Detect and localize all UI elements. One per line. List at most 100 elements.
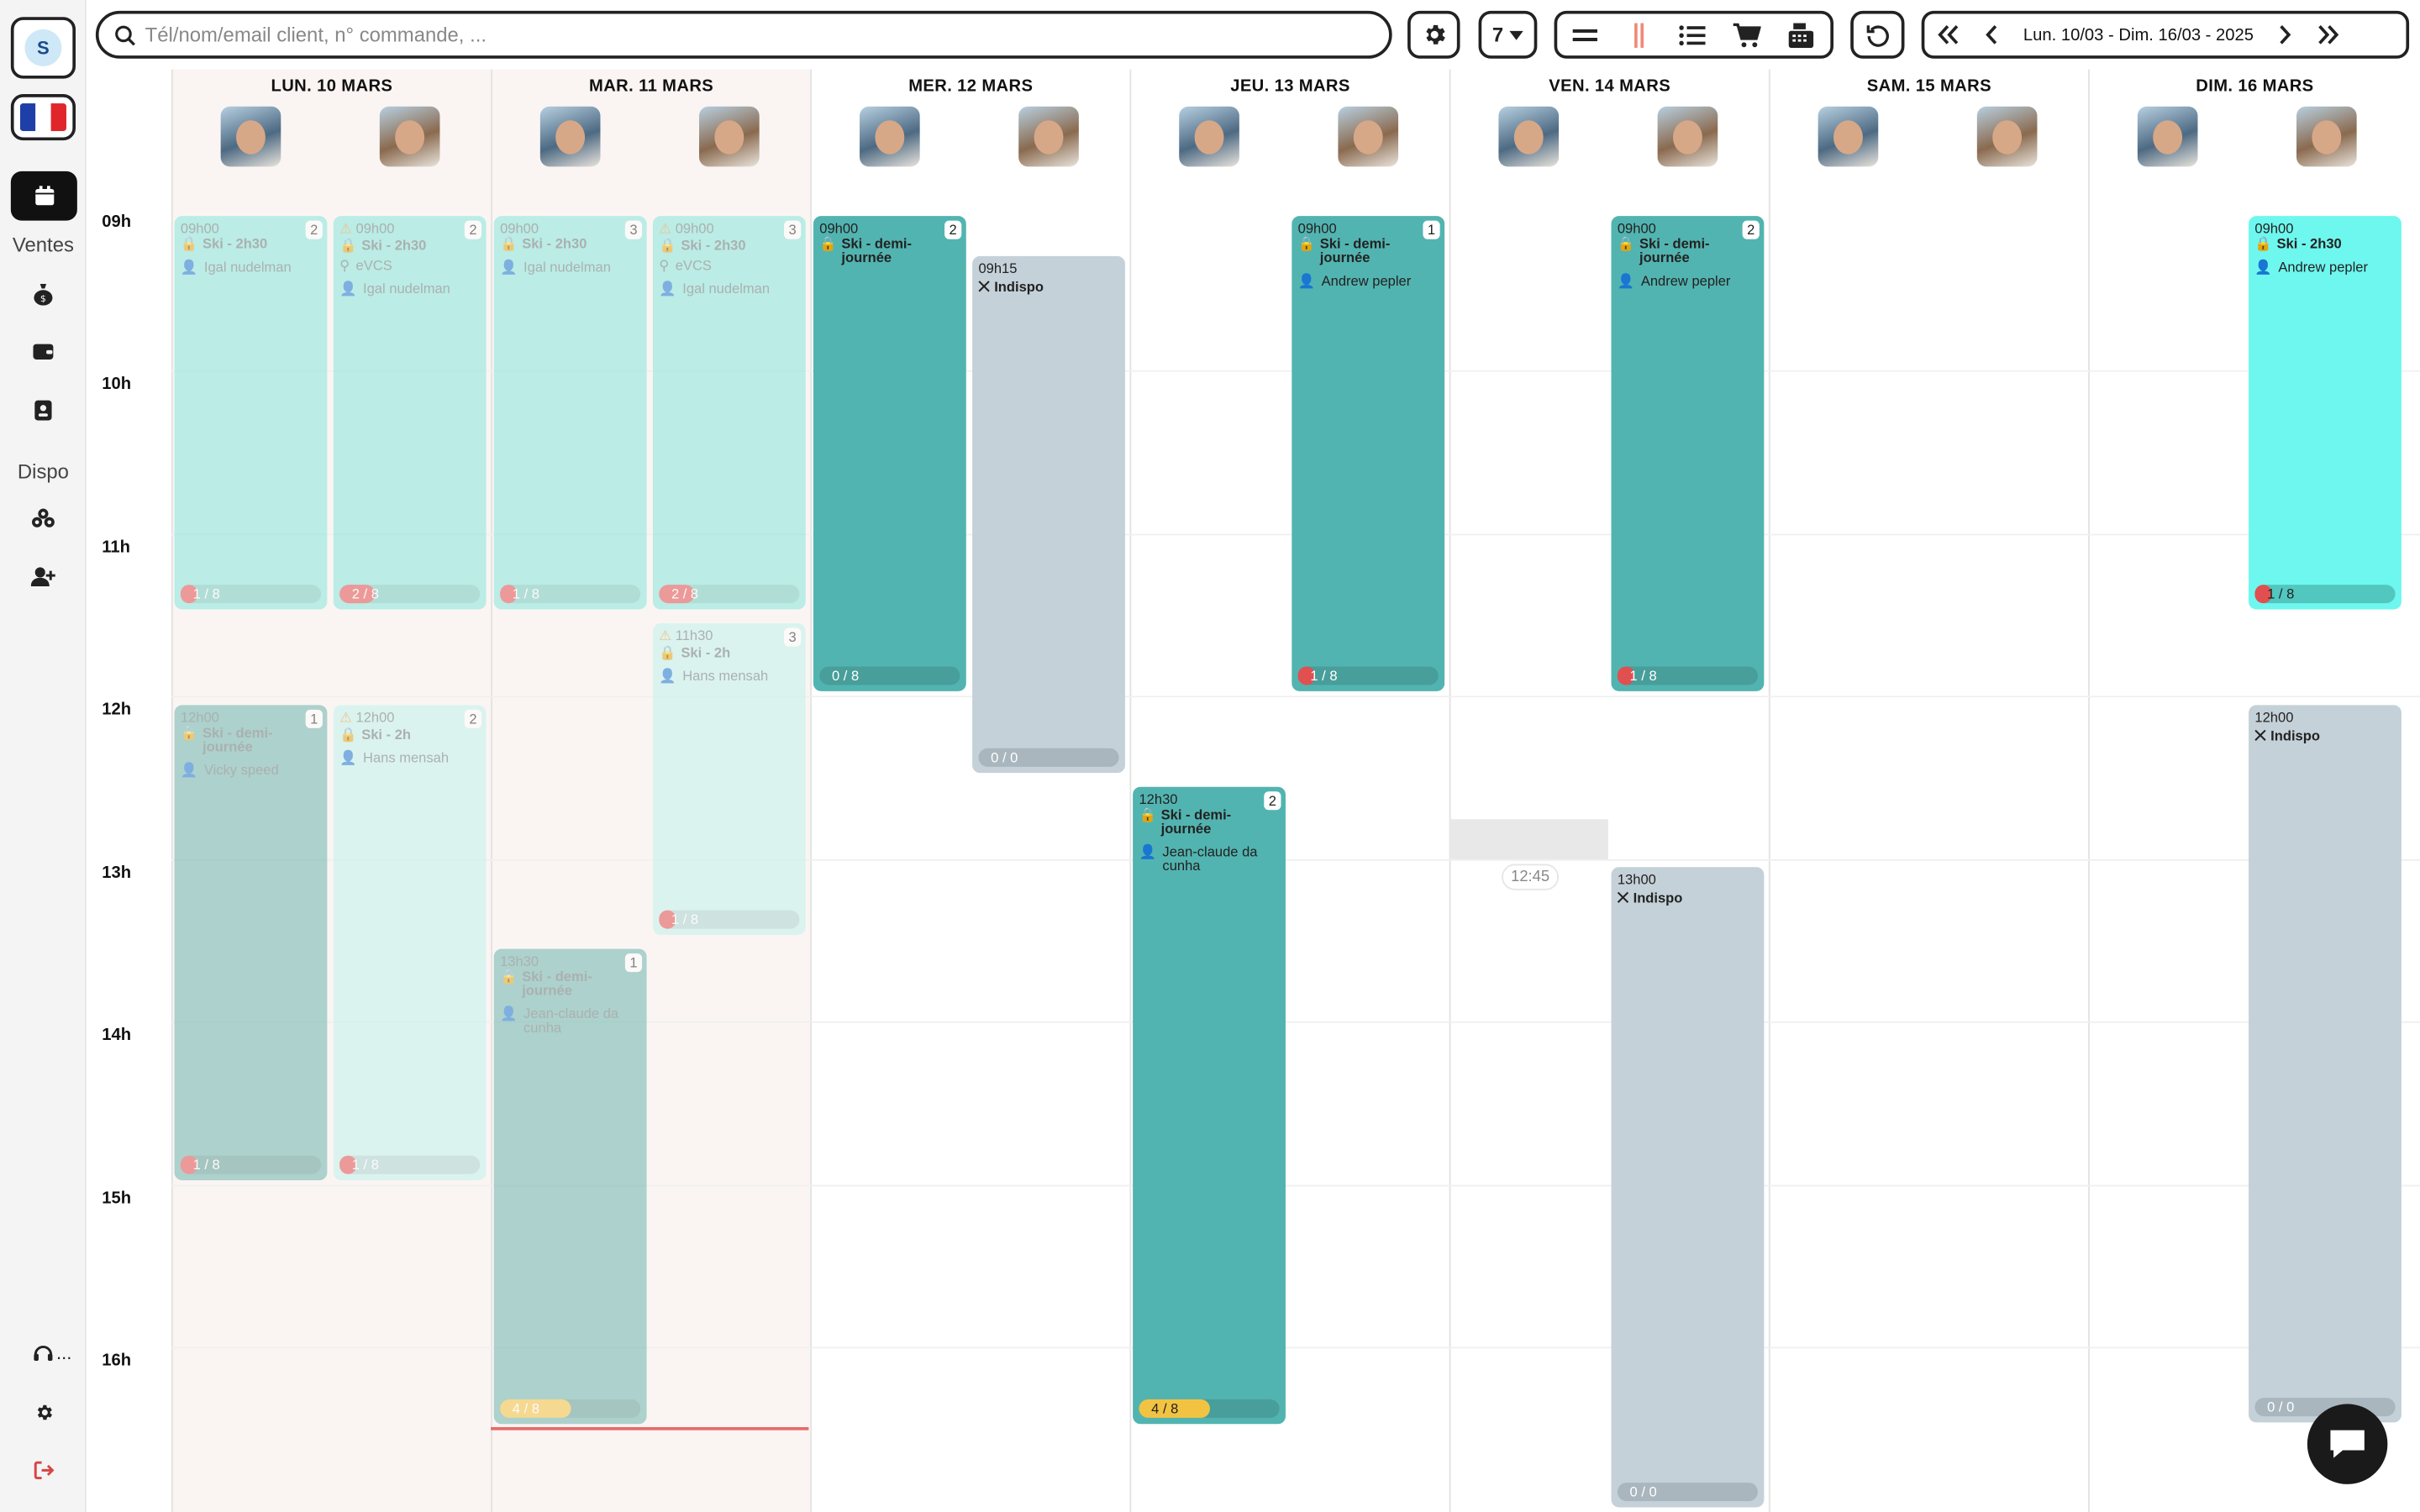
person-icon: 👤	[1139, 843, 1157, 860]
unavailability-event[interactable]: 12h00 ⨉ Indispo 0 / 0	[2249, 705, 2402, 1423]
time-label: 10h	[102, 375, 132, 394]
instructor-photo[interactable]	[2296, 106, 2357, 167]
booking-event[interactable]: 13h30 🔒 Ski - demi-journée 👤 Jean-claude d…	[493, 948, 647, 1425]
person-icon: 👤	[180, 259, 198, 275]
wallet-icon[interactable]	[28, 336, 59, 367]
previous-week-button[interactable]	[1970, 14, 2011, 56]
instructor-photo[interactable]	[1657, 106, 1718, 167]
add-user-icon[interactable]	[28, 562, 59, 593]
compact-view-button[interactable]	[1557, 14, 1611, 56]
booking-event[interactable]: 09h00 🔒 Ski - 2h30 👤 Igal nudelman 2 1 / 8	[174, 216, 328, 610]
instructor-face	[1194, 120, 1224, 155]
instructor-photo[interactable]	[1498, 106, 1560, 167]
view-mode-group	[1554, 10, 1833, 59]
columns-view-button[interactable]	[1612, 14, 1665, 56]
day-header: VEN. 14 MARS	[1549, 76, 1671, 96]
event-count-badge: 3	[784, 220, 802, 239]
booking-event[interactable]: ⚠ 09h00 🔒 Ski - 2h30 ⚲ eVCS 👤 Igal nudelman…	[652, 216, 806, 610]
instructor-photo[interactable]	[539, 106, 601, 167]
booking-event[interactable]: ⚠ 11h30 🔒 Ski - 2h 👤 Hans mensah 3 1 / 8	[652, 623, 806, 936]
instructor-photo[interactable]	[1338, 106, 1399, 167]
support-button[interactable]: ...	[31, 1337, 74, 1368]
group-icon[interactable]	[28, 503, 59, 534]
event-title: 🔒 Ski - demi-journée	[180, 725, 273, 755]
calendar-nav-button[interactable]	[10, 171, 77, 221]
hour-line	[171, 859, 2420, 861]
search-input[interactable]	[145, 23, 1349, 47]
instructor-photo[interactable]	[1179, 106, 1239, 167]
ventes-section-label: Ventes	[12, 233, 74, 256]
lock-icon: 🔒	[1617, 236, 1635, 252]
calendar-settings-button[interactable]	[1407, 10, 1460, 59]
instructor-photo[interactable]	[2137, 106, 2198, 167]
person-icon: 👤	[339, 281, 357, 297]
chevron-left-icon	[1986, 24, 1997, 45]
event-time: ⚠ 11h30	[659, 627, 713, 643]
logout-icon[interactable]	[28, 1455, 59, 1486]
instructor-photo[interactable]	[1818, 106, 1879, 167]
event-time: 09h00	[1617, 220, 1656, 237]
days-count-select[interactable]: 7	[1478, 10, 1538, 59]
next-week-button[interactable]	[2266, 14, 2307, 56]
list-view-button[interactable]	[1665, 14, 1719, 56]
person-icon: 👤	[1297, 273, 1316, 289]
booking-event[interactable]: 09h00 🔒 Ski - demi-journée 2 0 / 8	[813, 216, 966, 691]
booking-event[interactable]: 09h00 🔒 Ski - 2h30 👤 Andrew pepler 1 / 8	[2249, 216, 2402, 610]
event-progress: 2 / 8	[339, 585, 481, 604]
location-pin-icon: ⚲	[659, 257, 670, 274]
unavailability-event[interactable]: 09h15 ⨉ Indispo 0 / 0	[972, 255, 1125, 774]
event-customer: 👤 Hans mensah	[339, 749, 450, 766]
settings-gear-icon[interactable]	[28, 1396, 59, 1427]
day-column-sat[interactable]: SAM. 15 MARS	[1768, 69, 2088, 1512]
event-count-badge: 2	[1742, 220, 1760, 239]
instructor-face	[875, 120, 905, 155]
event-customer: 👤 Igal nudelman	[659, 281, 771, 297]
close-circle-icon: ⨉	[2254, 727, 2266, 744]
unavailability-event[interactable]: 13h00 ⨉ Indispo 0 / 0	[1611, 867, 1765, 1508]
booking-event[interactable]: 12h00 🔒 Ski - demi-journée 👤 Vicky speed 1…	[174, 705, 328, 1181]
date-range-label[interactable]: Lun. 10/03 - Dim. 16/03 - 2025	[2011, 25, 2265, 44]
event-customer: 👤 Igal nudelman	[339, 281, 450, 297]
previous-month-button[interactable]	[1924, 14, 1970, 56]
event-customer: 👤 Vicky speed	[180, 762, 279, 778]
time-label: 12h	[102, 700, 132, 719]
time-label: 15h	[102, 1189, 132, 1209]
booking-event[interactable]: ⚠ 09h00 🔒 Ski - 2h30 ⚲ eVCS 👤 Igal nudelman…	[333, 216, 487, 610]
refresh-button[interactable]	[1850, 10, 1905, 59]
instructor-photo[interactable]	[1018, 106, 1079, 167]
event-time: 09h15	[978, 260, 1018, 276]
event-count-badge: 1	[305, 709, 323, 728]
search-bar[interactable]	[95, 10, 1392, 59]
person-icon: 👤	[339, 749, 357, 766]
event-count-badge: 2	[944, 220, 962, 239]
event-title: 🔒 Ski - 2h30	[500, 236, 587, 252]
user-avatar-button[interactable]: S	[10, 17, 76, 79]
next-month-button[interactable]	[2306, 14, 2352, 56]
day-header: LUN. 10 MARS	[271, 76, 393, 96]
instructor-photo[interactable]	[699, 106, 760, 167]
event-progress: 1 / 8	[339, 1155, 481, 1174]
event-title: 🔒 Ski - 2h	[339, 727, 411, 743]
booking-event[interactable]: ⚠ 12h00 🔒 Ski - 2h 👤 Hans mensah 2 1 / 8	[333, 705, 487, 1181]
booking-event[interactable]: 09h00 🔒 Ski - 2h30 👤 Igal nudelman 3 1 / 8	[493, 216, 647, 610]
chat-button[interactable]	[2307, 1404, 2388, 1484]
event-title: 🔒 Ski - demi-journée	[1297, 236, 1391, 265]
language-button[interactable]	[10, 94, 76, 141]
warning-icon: ⚠	[339, 220, 352, 237]
instructor-photo[interactable]	[1976, 106, 2038, 167]
lock-icon: 🔒	[180, 725, 198, 741]
instructor-face	[395, 120, 425, 155]
booking-event[interactable]: 12h30 🔒 Ski - demi-journée 👤 Jean-claude d…	[1133, 786, 1286, 1425]
time-label: 09h	[102, 213, 132, 232]
headset-icon	[34, 1345, 54, 1361]
contact-card-icon[interactable]	[28, 395, 59, 426]
cart-button[interactable]	[1719, 14, 1773, 56]
booking-event[interactable]: 09h00 🔒 Ski - demi-journée 👤 Andrew pepler…	[1292, 216, 1445, 691]
money-bag-icon[interactable]: $	[28, 278, 59, 309]
cash-register-button[interactable]	[1773, 14, 1827, 56]
instructor-photo[interactable]	[379, 106, 440, 167]
booking-event[interactable]: 09h00 🔒 Ski - demi-journée 👤 Andrew pepler…	[1611, 216, 1765, 691]
instructor-photo[interactable]	[220, 106, 281, 167]
event-time: 09h00	[500, 220, 539, 237]
instructor-photo[interactable]	[860, 106, 920, 167]
